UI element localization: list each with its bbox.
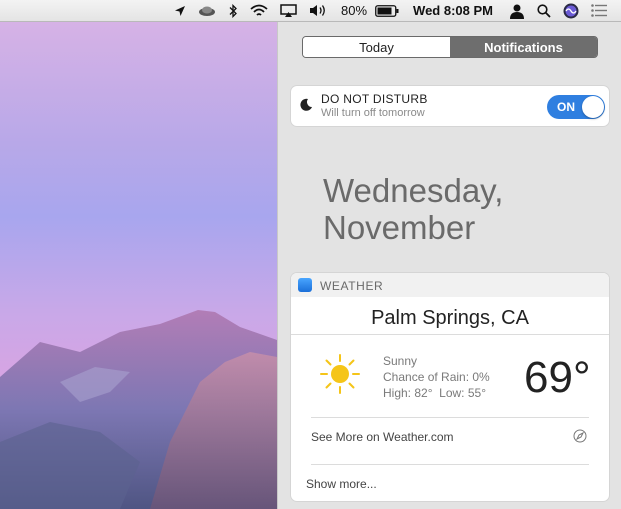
spotlight-search-icon[interactable] [531,0,557,22]
weather-rain-chance: Chance of Rain: 0% [383,370,490,384]
dnd-toggle-knob [582,96,604,118]
wifi-icon[interactable] [244,0,274,22]
tab-today[interactable]: Today [303,37,450,57]
weather-condition: Sunny [383,354,418,368]
battery-icon[interactable] [373,0,405,22]
menubar-clock[interactable]: Wed 8:08 PM [405,0,503,22]
weather-widget: WEATHER Palm Springs, CA Sunny Chance of… [291,273,609,501]
dnd-toggle-label: ON [557,100,575,114]
see-more-weather-link[interactable]: See More on Weather.com [311,430,454,444]
weather-temperature: 69° [524,353,591,402]
weather-widget-header: WEATHER [291,273,609,297]
menu-bar: 80% Wed 8:08 PM [0,0,621,22]
show-more-link[interactable]: Show more... [306,477,377,491]
divider [291,334,609,335]
weather-conditions: Sunny Chance of Rain: 0% High: 82° Low: … [383,353,490,401]
siri-icon[interactable] [557,0,585,22]
location-arrow-icon[interactable] [168,0,192,22]
notification-center-icon[interactable] [585,0,613,22]
airplay-icon[interactable] [274,0,303,22]
do-not-disturb-card: DO NOT DISTURB Will turn off tomorrow ON [291,86,609,126]
today-notifications-tabs: Today Notifications [302,36,598,58]
dnd-subtitle: Will turn off tomorrow [321,107,425,119]
divider [311,417,589,418]
desktop-wallpaper [0,22,277,509]
notification-center-panel: Today Notifications DO NOT DISTURB Will … [277,22,621,509]
moon-icon [300,98,312,111]
divider [311,464,589,465]
weather-app-name: WEATHER [320,279,384,293]
compass-icon[interactable] [573,429,587,443]
bluetooth-icon[interactable] [222,0,244,22]
date-month: November [323,209,476,246]
cloud-app-icon[interactable] [192,0,222,22]
sun-icon [320,354,360,394]
weather-city[interactable]: Palm Springs, CA [291,307,609,330]
date-weekday: Wednesday, [323,172,504,209]
weather-high-low: High: 82° Low: 55° [383,386,486,400]
user-icon[interactable] [503,0,531,22]
dnd-toggle[interactable]: ON [547,95,605,119]
battery-percent: 80% [341,3,368,18]
weather-app-icon [298,278,312,292]
tab-notifications[interactable]: Notifications [450,37,597,57]
date-heading: Wednesday, November [323,172,613,246]
dnd-title: DO NOT DISTURB [321,92,428,106]
volume-icon[interactable] [303,0,335,22]
